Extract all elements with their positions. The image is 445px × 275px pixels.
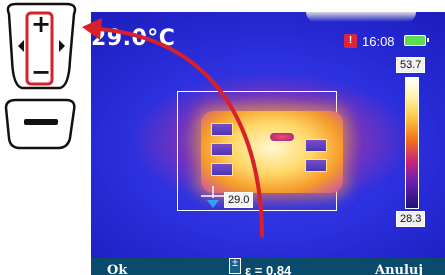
color-scale-bar bbox=[405, 77, 419, 209]
scale-min-value: 28.3 bbox=[396, 211, 426, 227]
component-block bbox=[211, 163, 233, 176]
lower-button-bar bbox=[24, 119, 58, 125]
cold-spot-marker-icon bbox=[201, 186, 225, 208]
component-block bbox=[211, 123, 233, 136]
device-keypad: + − bbox=[0, 0, 90, 275]
clock: 16:08 bbox=[362, 34, 395, 49]
battery-icon bbox=[404, 35, 429, 46]
ok-softkey[interactable]: Ok bbox=[107, 263, 127, 275]
minus-key-icon[interactable]: − bbox=[31, 58, 51, 86]
thermal-screen: 29.0°C ! 16:08 29.0 53.7 28.3 Ok ± ε = 0… bbox=[91, 12, 445, 275]
cancel-softkey[interactable]: Anuluj bbox=[375, 263, 423, 275]
emissivity-value[interactable]: ε = 0.84 bbox=[245, 263, 291, 275]
battery-alert-icon: ! bbox=[344, 34, 357, 48]
cold-spot-value: 29.0 bbox=[224, 192, 254, 208]
thermal-hotspot-object bbox=[201, 111, 343, 193]
component-block bbox=[305, 159, 327, 172]
temperature-readout: 29.0°C bbox=[91, 26, 176, 51]
scale-max-value: 53.7 bbox=[396, 57, 426, 73]
component-block bbox=[211, 143, 233, 156]
keypad-graphic bbox=[4, 2, 77, 150]
pcb-logo bbox=[270, 133, 294, 141]
plus-key-icon[interactable]: + bbox=[31, 10, 51, 38]
component-block bbox=[305, 139, 327, 152]
emissivity-icon: ± bbox=[229, 258, 241, 274]
top-bezel-shade bbox=[306, 12, 416, 22]
